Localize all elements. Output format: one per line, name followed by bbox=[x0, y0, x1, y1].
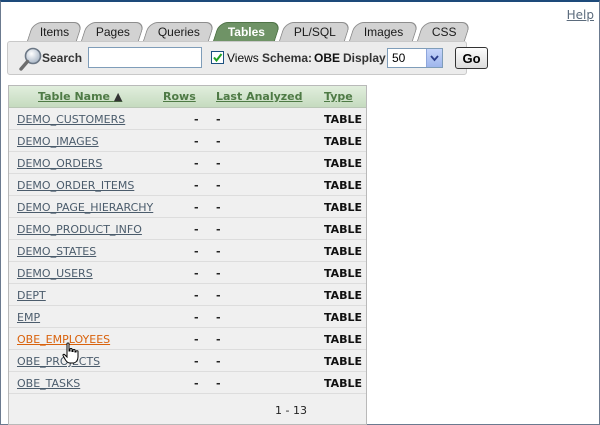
rows-value: - bbox=[194, 333, 199, 346]
sort-ascending-icon: ▲ bbox=[113, 90, 123, 103]
type-value: TABLE bbox=[324, 135, 363, 148]
column-header-rows[interactable]: Rows bbox=[163, 90, 196, 103]
last-analyzed-value: - bbox=[216, 333, 221, 346]
rows-value: - bbox=[194, 267, 199, 280]
table-row: DEPT - - TABLE bbox=[9, 284, 366, 306]
display-select[interactable]: 50 bbox=[387, 48, 443, 68]
type-value: TABLE bbox=[324, 355, 363, 368]
last-analyzed-value: - bbox=[216, 355, 221, 368]
table-row: DEMO_STATES - - TABLE bbox=[9, 240, 366, 262]
type-value: TABLE bbox=[324, 201, 363, 214]
magnifier-icon bbox=[19, 47, 42, 71]
search-input[interactable] bbox=[88, 47, 202, 68]
tab-css[interactable]: CSS bbox=[416, 22, 472, 41]
table-name-link[interactable]: DEPT bbox=[17, 289, 46, 302]
views-label: Views bbox=[227, 51, 259, 65]
help-link[interactable]: Help bbox=[567, 8, 594, 22]
table-name-link[interactable]: DEMO_STATES bbox=[17, 245, 96, 258]
rows-value: - bbox=[194, 311, 199, 324]
tab-tables[interactable]: Tables bbox=[212, 22, 282, 41]
table-name-link[interactable]: DEMO_IMAGES bbox=[17, 135, 99, 148]
table-name-link[interactable]: OBE_PROJECTS bbox=[17, 355, 100, 368]
last-analyzed-value: - bbox=[216, 267, 221, 280]
table-row: DEMO_USERS - - TABLE bbox=[9, 262, 366, 284]
rows-value: - bbox=[194, 157, 199, 170]
table-row: DEMO_PRODUCT_INFO - - TABLE bbox=[9, 218, 366, 240]
go-button[interactable]: Go bbox=[455, 47, 488, 69]
table-name-link[interactable]: DEMO_PRODUCT_INFO bbox=[17, 223, 142, 236]
table-name-link[interactable]: DEMO_CUSTOMERS bbox=[17, 113, 125, 126]
table-row: EMP - - TABLE bbox=[9, 306, 366, 328]
tab-queries[interactable]: Queries bbox=[142, 22, 216, 41]
table-name-link[interactable]: DEMO_ORDER_ITEMS bbox=[17, 179, 134, 192]
type-value: TABLE bbox=[324, 157, 363, 170]
table-name-link[interactable]: DEMO_PAGE_HIERARCHY bbox=[17, 201, 153, 214]
last-analyzed-value: - bbox=[216, 245, 221, 258]
column-header-last-analyzed[interactable]: Last Analyzed bbox=[216, 90, 303, 103]
column-header-type[interactable]: Type bbox=[324, 90, 353, 103]
last-analyzed-value: - bbox=[216, 201, 221, 214]
table-row: DEMO_IMAGES - - TABLE bbox=[9, 130, 366, 152]
tab-items[interactable]: Items bbox=[26, 22, 84, 41]
table-name-link[interactable]: OBE_TASKS bbox=[17, 377, 80, 390]
schema-value: OBE bbox=[314, 51, 341, 65]
last-analyzed-value: - bbox=[216, 113, 221, 126]
type-value: TABLE bbox=[324, 179, 363, 192]
last-analyzed-value: - bbox=[216, 223, 221, 236]
rows-value: - bbox=[194, 113, 199, 126]
views-checkbox[interactable] bbox=[211, 51, 224, 64]
type-value: TABLE bbox=[324, 223, 363, 236]
table-name-link[interactable]: DEMO_ORDERS bbox=[17, 157, 102, 170]
hand-pointer-icon bbox=[62, 342, 79, 364]
table-row: DEMO_ORDER_ITEMS - - TABLE bbox=[9, 174, 366, 196]
table-row: DEMO_ORDERS - - TABLE bbox=[9, 152, 366, 174]
checkmark-icon bbox=[213, 53, 223, 63]
display-label: Display bbox=[343, 51, 386, 65]
last-analyzed-value: - bbox=[216, 135, 221, 148]
rows-value: - bbox=[194, 179, 199, 192]
search-toolbar: Search Views Schema: OBE Display 50 Go bbox=[7, 41, 488, 75]
type-value: TABLE bbox=[324, 333, 363, 346]
search-label: Search bbox=[42, 51, 83, 65]
column-header-table-name[interactable]: Table Name ▲ bbox=[38, 90, 122, 103]
type-value: TABLE bbox=[324, 311, 363, 324]
table-name-link[interactable]: EMP bbox=[17, 311, 40, 324]
type-value: TABLE bbox=[324, 267, 363, 280]
table-row: OBE_TASKS - - TABLE bbox=[9, 372, 366, 394]
rows-value: - bbox=[194, 135, 199, 148]
last-analyzed-value: - bbox=[216, 179, 221, 192]
type-value: TABLE bbox=[324, 113, 363, 126]
table-name-link[interactable]: DEMO_USERS bbox=[17, 267, 93, 280]
chevron-down-icon[interactable] bbox=[426, 49, 442, 67]
type-value: TABLE bbox=[324, 377, 363, 390]
rows-value: - bbox=[194, 289, 199, 302]
table-header: Table Name ▲ Rows Last Analyzed Type bbox=[9, 86, 366, 108]
rows-value: - bbox=[194, 355, 199, 368]
tables-report: Table Name ▲ Rows Last Analyzed Type DEM… bbox=[8, 85, 367, 425]
type-value: TABLE bbox=[324, 245, 363, 258]
last-analyzed-value: - bbox=[216, 157, 221, 170]
table-row: DEMO_CUSTOMERS - - TABLE bbox=[9, 108, 366, 130]
last-analyzed-value: - bbox=[216, 289, 221, 302]
tab-images[interactable]: Images bbox=[348, 22, 420, 41]
tab-pages[interactable]: Pages bbox=[80, 22, 146, 41]
schema-label: Schema: bbox=[262, 51, 313, 65]
type-value: TABLE bbox=[324, 289, 363, 302]
rows-value: - bbox=[194, 377, 199, 390]
rows-value: - bbox=[194, 201, 199, 214]
rows-value: - bbox=[194, 223, 199, 236]
table-row: DEMO_PAGE_HIERARCHY - - TABLE bbox=[9, 196, 366, 218]
rows-value: - bbox=[194, 245, 199, 258]
last-analyzed-value: - bbox=[216, 311, 221, 324]
pagination-text: 1 - 13 bbox=[275, 404, 307, 417]
last-analyzed-value: - bbox=[216, 377, 221, 390]
tab-plsql[interactable]: PL/SQL bbox=[278, 22, 352, 41]
display-value: 50 bbox=[392, 51, 406, 65]
